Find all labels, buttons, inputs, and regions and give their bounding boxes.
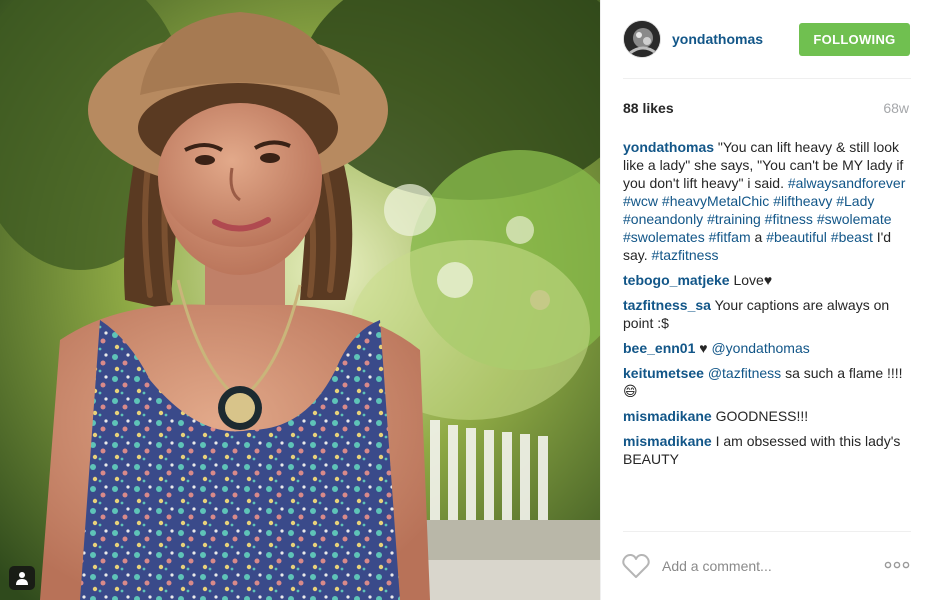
hashtag[interactable]: #beast	[831, 229, 873, 245]
hashtag[interactable]: #Lady	[836, 193, 874, 209]
comment: tebogo_matjeke Love♥	[623, 271, 916, 289]
comment-username[interactable]: mismadikane	[623, 433, 712, 449]
add-comment-input[interactable]	[662, 555, 862, 577]
photo-illustration	[0, 0, 600, 600]
post-photo[interactable]	[0, 0, 600, 600]
comment: keitumetsee @tazfitness sa such a flame …	[623, 364, 916, 400]
hashtag[interactable]: #alwaysandforever	[788, 175, 906, 191]
comment-text: ♥	[695, 340, 712, 356]
post-header: yondathomas FOLLOWING	[623, 20, 913, 60]
comment: mismadikane GOODNESS!!!	[623, 407, 916, 425]
hashtag[interactable]: #heavyMetalChic	[662, 193, 769, 209]
hashtag[interactable]: #beautiful	[766, 229, 827, 245]
more-options-icon[interactable]	[884, 558, 910, 572]
post-timestamp[interactable]: 68w	[883, 100, 909, 116]
author-username[interactable]: yondathomas	[672, 31, 763, 47]
comment-username[interactable]: tebogo_matjeke	[623, 272, 730, 288]
comment-text: Love♥	[729, 272, 773, 288]
comment: bee_enn01 ♥ @yondathomas	[623, 339, 916, 357]
comment-text: GOODNESS!!!	[711, 408, 809, 424]
comment-username[interactable]: keitumetsee	[623, 365, 704, 381]
comment: tazfitness_sa Your captions are always o…	[623, 296, 916, 332]
hashtag[interactable]: #swolemate	[817, 211, 892, 227]
comment-list: yondathomas "You can lift heavy & still …	[623, 138, 916, 475]
divider	[623, 531, 911, 532]
hashtag[interactable]: #fitfam	[709, 229, 751, 245]
hashtag[interactable]: #training	[707, 211, 761, 227]
following-button[interactable]: FOLLOWING	[799, 23, 910, 56]
caption: yondathomas "You can lift heavy & still …	[623, 138, 916, 264]
comment-username[interactable]: tazfitness_sa	[623, 297, 711, 313]
hashtag[interactable]: #wcw	[623, 193, 658, 209]
caption-text: a	[750, 229, 767, 245]
mention[interactable]: @yondathomas	[711, 340, 809, 356]
divider	[623, 78, 911, 79]
post-sidebar: yondathomas FOLLOWING 88 likes 68w yonda…	[600, 0, 935, 600]
avatar[interactable]	[623, 20, 661, 58]
hashtag[interactable]: #oneandonly	[623, 211, 703, 227]
person-tag-icon[interactable]	[9, 566, 35, 590]
likes-count[interactable]: 88 likes	[623, 100, 674, 116]
comment-username[interactable]: mismadikane	[623, 408, 712, 424]
heart-icon[interactable]	[622, 553, 650, 579]
comment: mismadikane I am obsessed with this lady…	[623, 432, 916, 468]
hashtag[interactable]: #tazfitness	[652, 247, 719, 263]
comment-username[interactable]: bee_enn01	[623, 340, 695, 356]
hashtag[interactable]: #swolemates	[623, 229, 705, 245]
caption-username[interactable]: yondathomas	[623, 139, 714, 155]
mention[interactable]: @tazfitness	[708, 365, 781, 381]
hashtag[interactable]: #fitness	[765, 211, 813, 227]
hashtag[interactable]: #liftheavy	[773, 193, 832, 209]
